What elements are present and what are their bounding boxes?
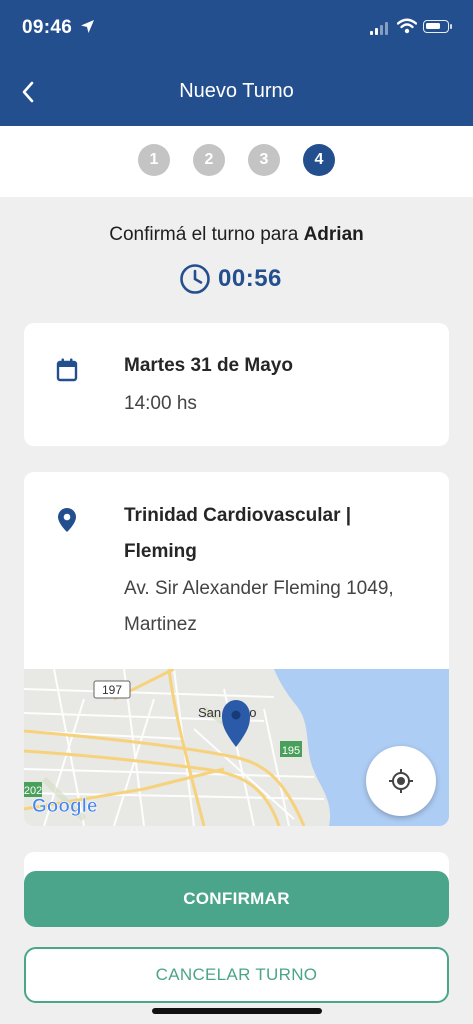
page-title: Nuevo Turno bbox=[179, 80, 294, 102]
nav-bar: Nuevo Turno bbox=[0, 56, 473, 126]
appointment-date-card: Martes 31 de Mayo 14:00 hs bbox=[24, 323, 449, 446]
timer-value: 00:56 bbox=[218, 265, 282, 292]
route-label-197: 197 bbox=[102, 683, 122, 697]
step-1: 1 bbox=[138, 144, 170, 176]
status-time: 09:46 bbox=[22, 17, 73, 38]
confirm-button[interactable]: CONFIRMAR bbox=[24, 871, 449, 927]
countdown-timer: 00:56 bbox=[179, 263, 282, 295]
location-card: Trinidad Cardiovascular | Fleming Av. Si… bbox=[24, 472, 449, 826]
confirmation-text: Confirmá el turno para Adrian bbox=[0, 224, 473, 246]
patient-name: Adrian bbox=[303, 224, 364, 245]
cellular-signal-icon bbox=[370, 22, 388, 35]
appointment-time: 14:00 hs bbox=[124, 393, 197, 414]
location-address-line-2: Martinez bbox=[124, 614, 197, 635]
step-4: 4 bbox=[303, 144, 335, 176]
step-indicator: 1 2 3 4 bbox=[0, 126, 473, 197]
location-name-line-2: Fleming bbox=[124, 541, 197, 562]
wifi-icon bbox=[397, 18, 417, 34]
map-pin-icon bbox=[58, 508, 76, 532]
battery-level bbox=[426, 23, 440, 29]
step-2: 2 bbox=[193, 144, 225, 176]
confirmation-prefix: Confirmá el turno para bbox=[109, 224, 304, 245]
home-indicator[interactable] bbox=[152, 1008, 322, 1014]
crosshair-icon bbox=[389, 769, 413, 793]
location-address-line-1: Av. Sir Alexander Fleming 1049, bbox=[124, 578, 394, 599]
location-map[interactable]: 197 195 202 San Isidro Google bbox=[24, 669, 449, 826]
battery-icon bbox=[423, 20, 452, 33]
calendar-icon bbox=[56, 358, 78, 382]
appointment-date: Martes 31 de Mayo bbox=[124, 355, 293, 376]
clock-icon bbox=[180, 264, 210, 294]
location-arrow-icon bbox=[81, 20, 94, 33]
locate-me-button[interactable] bbox=[366, 746, 436, 816]
location-name-line-1: Trinidad Cardiovascular | bbox=[124, 505, 352, 526]
status-bar: 09:46 bbox=[0, 0, 473, 56]
step-3: 3 bbox=[248, 144, 280, 176]
cancel-appointment-button[interactable]: CANCELAR TURNO bbox=[24, 947, 449, 1003]
route-label-195: 195 bbox=[282, 745, 300, 757]
google-logo: Google bbox=[32, 796, 97, 817]
